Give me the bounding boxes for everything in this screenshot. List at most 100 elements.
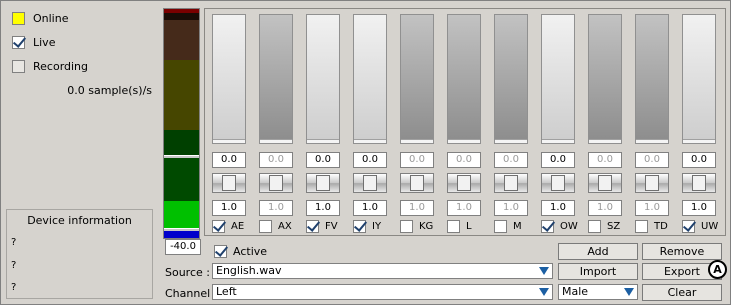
channel-top-value[interactable]: 0.0 — [353, 152, 387, 168]
channel-checkbox[interactable]: L — [447, 219, 472, 233]
source-select[interactable]: English.wav — [212, 263, 553, 279]
channel-strip: 0.0 1.0 AE — [207, 9, 251, 235]
remove-button[interactable]: Remove — [642, 243, 722, 260]
channel-top-value[interactable]: 0.0 — [400, 152, 434, 168]
channel-check-icon[interactable] — [212, 219, 225, 233]
channel-checkbox[interactable]: KG — [400, 219, 433, 233]
channel-slider[interactable] — [682, 173, 716, 193]
channel-checkbox[interactable]: SZ — [588, 219, 620, 233]
channel-bottom-value[interactable]: 1.0 — [588, 200, 622, 216]
slider-thumb[interactable] — [410, 175, 424, 191]
chevron-down-icon[interactable] — [539, 267, 549, 275]
slider-thumb[interactable] — [645, 175, 659, 191]
level-meter — [163, 8, 200, 239]
channel-strips: 0.0 1.0 AE 0.0 1.0 AX 0.0 1.0 FV 0.0 1.0 IY 0.0 1.0 KG… — [204, 8, 726, 236]
channel-slider[interactable] — [635, 173, 669, 193]
active-checkbox[interactable]: Active — [214, 245, 267, 258]
channel-label: Channel : — [165, 287, 218, 300]
channel-top-value[interactable]: 0.0 — [494, 152, 528, 168]
slider-thumb[interactable] — [316, 175, 330, 191]
bar-cap — [495, 139, 527, 143]
channel-check-icon[interactable] — [259, 219, 272, 233]
add-button[interactable]: Add — [558, 243, 638, 260]
channel-check-icon[interactable] — [494, 219, 507, 233]
channel-check-icon[interactable] — [541, 219, 554, 233]
channel-slider[interactable] — [447, 173, 481, 193]
channel-check-icon[interactable] — [353, 219, 366, 233]
channel-top-value[interactable]: 0.0 — [635, 152, 669, 168]
device-info-line: ? — [11, 282, 17, 293]
gender-select[interactable]: Male — [558, 284, 638, 300]
channel-top-value[interactable]: 0.0 — [447, 152, 481, 168]
channel-checkbox[interactable]: M — [494, 219, 522, 233]
source-label: Source : — [165, 266, 210, 279]
import-button[interactable]: Import — [558, 263, 638, 280]
channel-level-bar — [212, 14, 246, 144]
channel-strip: 0.0 1.0 SZ — [583, 9, 627, 235]
live-check-icon[interactable] — [12, 35, 25, 49]
channel-checkbox[interactable]: FV — [306, 219, 338, 233]
channel-bottom-value[interactable]: 1.0 — [353, 200, 387, 216]
channel-slider[interactable] — [259, 173, 293, 193]
channel-bottom-value[interactable]: 1.0 — [541, 200, 575, 216]
channel-top-value[interactable]: 0.0 — [541, 152, 575, 168]
channel-check-icon[interactable] — [400, 219, 413, 233]
channel-slider[interactable] — [212, 173, 246, 193]
slider-thumb[interactable] — [457, 175, 471, 191]
channel-top-value[interactable]: 0.0 — [682, 152, 716, 168]
channel-checkbox[interactable]: TD — [635, 219, 668, 233]
clear-button[interactable]: Clear — [642, 284, 722, 301]
channel-strip: 0.0 1.0 IY — [348, 9, 392, 235]
recording-light-icon — [12, 59, 25, 73]
bar-cap — [589, 139, 621, 143]
channel-value: Left — [216, 285, 237, 298]
slider-thumb[interactable] — [598, 175, 612, 191]
slider-thumb[interactable] — [222, 175, 236, 191]
chevron-down-icon[interactable] — [624, 288, 634, 296]
channel-bottom-value[interactable]: 1.0 — [447, 200, 481, 216]
channel-checkbox[interactable]: UW — [682, 219, 718, 233]
slider-thumb[interactable] — [551, 175, 565, 191]
channel-slider[interactable] — [306, 173, 340, 193]
live-checkbox[interactable]: Live — [12, 35, 55, 49]
slider-thumb[interactable] — [363, 175, 377, 191]
channel-slider[interactable] — [353, 173, 387, 193]
channel-checkbox[interactable]: AE — [212, 219, 244, 233]
channel-check-icon[interactable] — [447, 219, 460, 233]
slider-thumb[interactable] — [269, 175, 283, 191]
channel-select[interactable]: Left — [212, 284, 553, 300]
channel-bottom-value[interactable]: 1.0 — [212, 200, 246, 216]
channel-bottom-value[interactable]: 1.0 — [682, 200, 716, 216]
channel-level-bar — [541, 14, 575, 144]
channel-name: SZ — [607, 220, 621, 232]
channel-strip: 0.0 1.0 OW — [536, 9, 580, 235]
channel-check-icon[interactable] — [635, 219, 648, 233]
channel-slider[interactable] — [400, 173, 434, 193]
channel-check-icon[interactable] — [588, 219, 601, 233]
channel-bottom-value[interactable]: 1.0 — [259, 200, 293, 216]
channel-check-icon[interactable] — [682, 219, 695, 233]
slider-thumb[interactable] — [504, 175, 518, 191]
channel-bottom-value[interactable]: 1.0 — [635, 200, 669, 216]
channel-top-value[interactable]: 0.0 — [259, 152, 293, 168]
channel-top-value[interactable]: 0.0 — [306, 152, 340, 168]
slider-thumb[interactable] — [692, 175, 706, 191]
channel-checkbox[interactable]: OW — [541, 219, 578, 233]
channel-checkbox[interactable]: AX — [259, 219, 292, 233]
channel-top-value[interactable]: 0.0 — [588, 152, 622, 168]
channel-name: M — [513, 220, 522, 232]
channel-check-icon[interactable] — [306, 219, 319, 233]
channel-bottom-value[interactable]: 1.0 — [494, 200, 528, 216]
channel-name: AE — [231, 220, 245, 232]
channel-slider[interactable] — [494, 173, 528, 193]
chevron-down-icon[interactable] — [539, 288, 549, 296]
online-light-icon — [12, 11, 25, 25]
channel-bottom-value[interactable]: 1.0 — [306, 200, 340, 216]
channel-bottom-value[interactable]: 1.0 — [400, 200, 434, 216]
channel-checkbox[interactable]: IY — [353, 219, 381, 233]
active-check-icon[interactable] — [214, 245, 227, 258]
channel-top-value[interactable]: 0.0 — [212, 152, 246, 168]
channel-slider[interactable] — [588, 173, 622, 193]
channel-name: L — [466, 220, 472, 232]
channel-slider[interactable] — [541, 173, 575, 193]
